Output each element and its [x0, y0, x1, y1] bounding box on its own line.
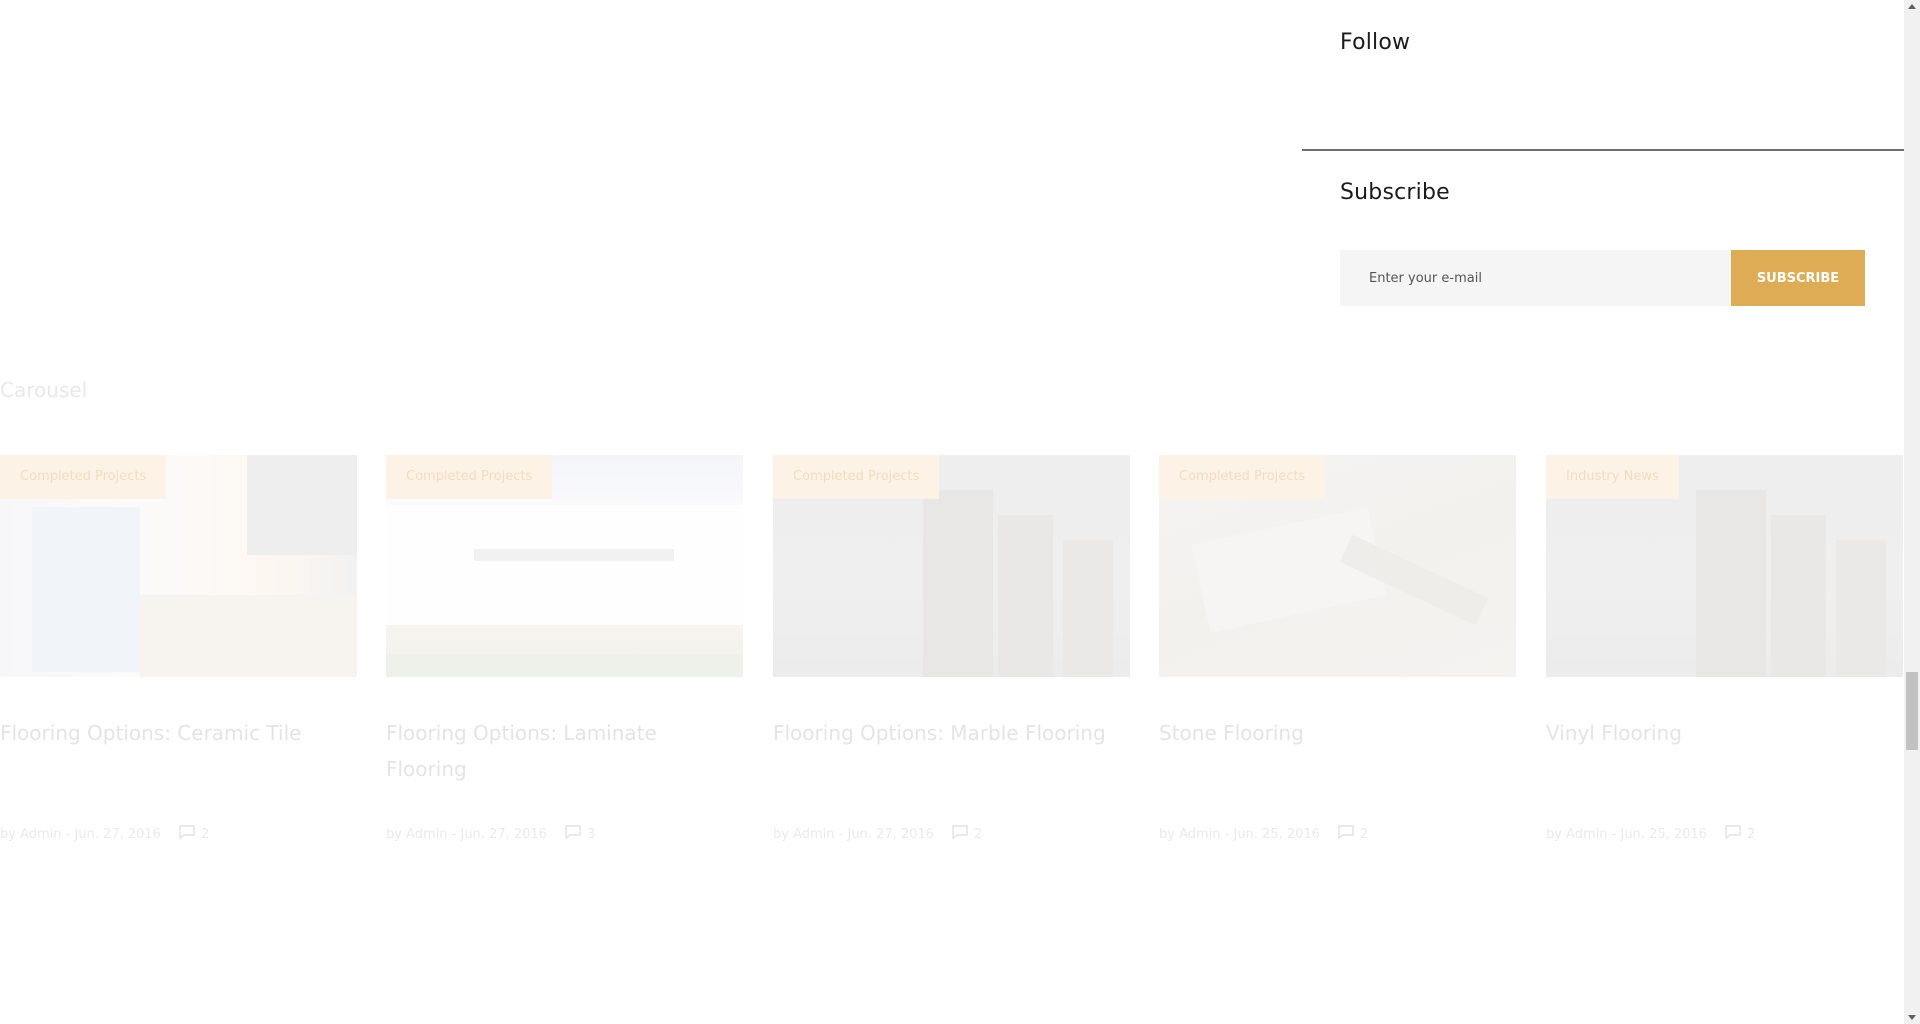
- scroll-up-icon[interactable]: [1908, 4, 1916, 9]
- comment-count[interactable]: 2: [1747, 827, 1755, 842]
- card-meta: by Admin - Jun. 27, 2016 2: [0, 825, 209, 843]
- card-image[interactable]: Completed Projects: [386, 455, 743, 677]
- carousel-card[interactable]: Completed Projects Stone Flooring by Adm…: [1159, 455, 1516, 842]
- carousel-card[interactable]: Completed Projects Flooring Options: Mar…: [773, 455, 1130, 842]
- card-image-detail: [1063, 540, 1113, 677]
- card-date: Jun. 27, 2016: [460, 826, 547, 842]
- comment-count[interactable]: 2: [1360, 827, 1368, 842]
- card-author[interactable]: by Admin: [386, 827, 448, 842]
- card-date: Jun. 25, 2016: [1233, 826, 1320, 842]
- comment-icon: [179, 825, 195, 843]
- card-title[interactable]: Flooring Options: Marble Flooring: [773, 715, 1130, 795]
- category-badge[interactable]: Industry News: [1546, 455, 1679, 499]
- carousel-card[interactable]: Industry News Vinyl Flooring by Admin - …: [1546, 455, 1903, 842]
- card-image-detail: [140, 595, 357, 677]
- comment-count[interactable]: 3: [587, 827, 595, 842]
- card-author[interactable]: by Admin: [773, 827, 835, 842]
- comment-count[interactable]: 2: [974, 827, 982, 842]
- card-meta: by Admin - Jun. 27, 2016 2: [773, 825, 982, 843]
- card-meta: by Admin - Jun. 25, 2016 2: [1546, 825, 1755, 843]
- card-author[interactable]: by Admin: [1546, 827, 1608, 842]
- card-date: Jun. 27, 2016: [847, 826, 934, 842]
- card-image[interactable]: Completed Projects: [0, 455, 357, 677]
- category-badge[interactable]: Completed Projects: [386, 455, 553, 499]
- email-input[interactable]: [1340, 250, 1731, 306]
- page: Follow Subscribe SUBSCRIBE Carousel Comp…: [0, 0, 1904, 1024]
- divider: [1302, 149, 1904, 151]
- category-badge[interactable]: Completed Projects: [1159, 455, 1326, 499]
- carousel-heading: Carousel: [0, 378, 88, 402]
- scrollbar-thumb[interactable]: [1906, 672, 1918, 750]
- card-date: Jun. 27, 2016: [74, 826, 161, 842]
- comment-count[interactable]: 2: [201, 827, 209, 842]
- category-badge[interactable]: Completed Projects: [773, 455, 940, 499]
- card-image-detail: [1771, 515, 1826, 677]
- card-image-detail: [998, 515, 1053, 677]
- category-badge[interactable]: Completed Projects: [0, 455, 167, 499]
- card-image-detail: [474, 549, 674, 561]
- card-title[interactable]: Stone Flooring: [1159, 715, 1516, 795]
- scroll-down-icon[interactable]: [1908, 1015, 1916, 1020]
- meta-separator: -: [447, 826, 461, 842]
- subscribe-form: SUBSCRIBE: [1340, 250, 1865, 306]
- comment-icon: [565, 825, 581, 843]
- card-date: Jun. 25, 2016: [1620, 826, 1707, 842]
- card-author[interactable]: by Admin: [1159, 827, 1221, 842]
- card-image-detail: [247, 455, 357, 555]
- follow-title: Follow: [1340, 30, 1411, 55]
- vertical-scrollbar[interactable]: [1904, 0, 1920, 1024]
- card-image-detail: [386, 505, 743, 625]
- card-image-detail: [386, 655, 743, 677]
- comment-icon: [952, 825, 968, 843]
- card-image-detail: [32, 507, 140, 672]
- card-image-detail: [923, 490, 993, 677]
- card-image[interactable]: Completed Projects: [1159, 455, 1516, 677]
- card-title[interactable]: Flooring Options: Laminate Flooring: [386, 715, 743, 795]
- card-image[interactable]: Industry News: [1546, 455, 1903, 677]
- card-meta: by Admin - Jun. 25, 2016 2: [1159, 825, 1368, 843]
- card-title[interactable]: Flooring Options: Ceramic Tile: [0, 715, 357, 795]
- carousel-card[interactable]: Completed Projects Flooring Options: Cer…: [0, 455, 357, 842]
- carousel-card[interactable]: Completed Projects Flooring Options: Lam…: [386, 455, 743, 842]
- card-image[interactable]: Completed Projects: [773, 455, 1130, 677]
- comment-icon: [1725, 825, 1741, 843]
- card-title[interactable]: Vinyl Flooring: [1546, 715, 1903, 795]
- card-author[interactable]: by Admin: [0, 827, 62, 842]
- card-image-detail: [1836, 540, 1886, 677]
- card-image-detail: [1696, 490, 1766, 677]
- meta-separator: -: [834, 826, 848, 842]
- comment-icon: [1338, 825, 1354, 843]
- meta-separator: -: [1220, 826, 1234, 842]
- card-meta: by Admin - Jun. 27, 2016 3: [386, 825, 595, 843]
- subscribe-title: Subscribe: [1340, 180, 1450, 205]
- subscribe-button[interactable]: SUBSCRIBE: [1731, 250, 1865, 306]
- meta-separator: -: [1607, 826, 1621, 842]
- meta-separator: -: [61, 826, 75, 842]
